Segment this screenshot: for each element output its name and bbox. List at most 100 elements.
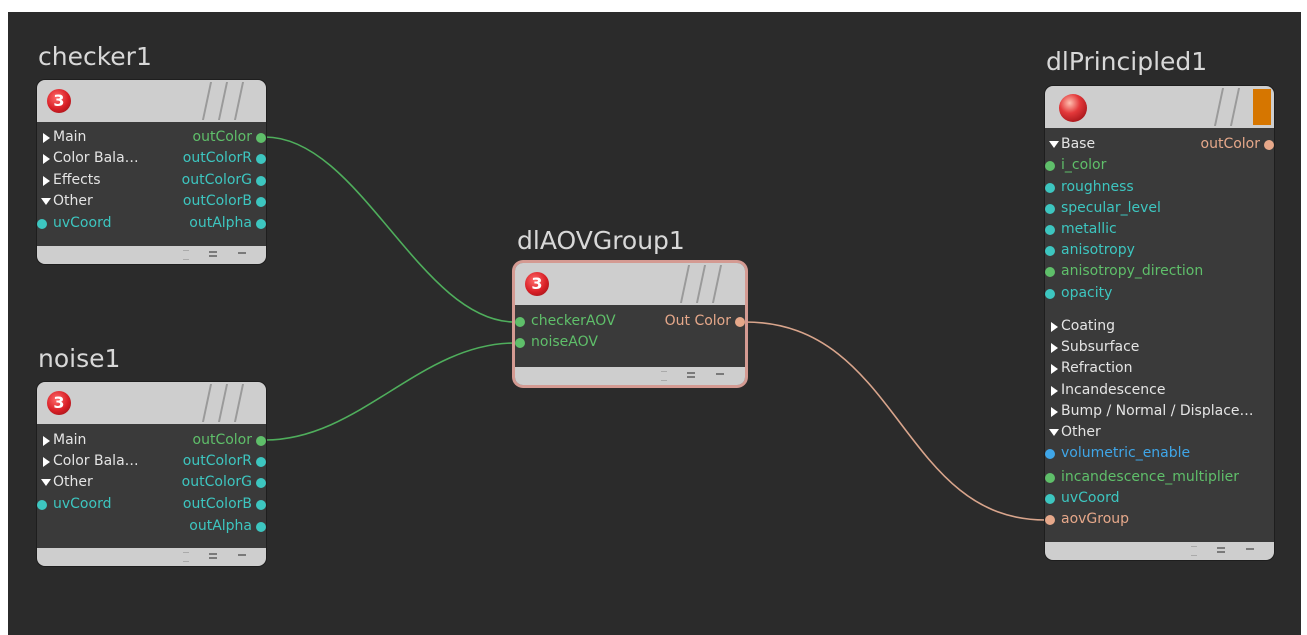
port-row-uvcoord[interactable]: uvCoord [1045,488,1274,509]
output-port-outcolor[interactable] [735,317,745,327]
node-title[interactable]: checker1 [38,42,152,71]
status-flag [1253,89,1271,125]
node-body[interactable]: Base outColor i_color roughness specular… [1045,86,1274,560]
section-label: Effects [53,172,101,188]
collapse-icon[interactable] [1191,546,1197,556]
section-label: Other [53,193,93,209]
input-port-label: roughness [1061,179,1134,195]
input-port-opacity[interactable] [1045,289,1055,299]
minimize-icon[interactable] [238,252,246,254]
node-header[interactable]: 3 [515,263,745,305]
input-port-label: aovGroup [1061,511,1130,527]
node-footer[interactable] [37,548,266,566]
input-port-label: uvCoord [1061,490,1120,506]
output-port-outalpha[interactable] [256,522,266,532]
minimize-icon[interactable] [716,373,724,375]
output-port-outcolorr[interactable] [256,154,266,164]
output-port-label: outColorG [181,474,252,490]
port-row-volumetric-enable[interactable]: volumetric_enable [1045,443,1274,464]
output-port-label: outColorB [182,496,252,512]
output-port-outcolorr[interactable] [256,457,266,467]
port-row-roughness[interactable]: roughness [1045,177,1274,198]
output-port-label: outColorR [182,150,252,166]
port-row-noiseaov[interactable]: noiseAOV [515,332,745,353]
section-bump-normal-displacement[interactable]: Bump / Normal / Displace… [1045,401,1274,422]
section-main[interactable]: Main outColor [37,127,266,148]
input-port-noiseaov[interactable] [515,338,525,348]
collapse-icon[interactable] [661,371,667,381]
collapse-icon[interactable] [183,552,189,562]
port-row-metallic[interactable]: metallic [1045,219,1274,240]
port-row-uvcoord[interactable]: uvCoord outAlpha [37,213,266,234]
input-port-aovgroup[interactable] [1045,515,1055,525]
input-port-roughness[interactable] [1045,183,1055,193]
output-port-outcolor[interactable] [1264,140,1274,150]
port-row-anisotropy-direction[interactable]: anisotropy_direction [1045,261,1274,282]
port-row-incandescence-multiplier[interactable]: incandescence_multiplier [1045,467,1274,488]
input-port-volumetric-enable[interactable] [1045,449,1055,459]
node-footer[interactable] [515,367,745,385]
node-body[interactable]: 3 checkerAOV Out Color noiseAOV [515,263,745,385]
input-port-anisotropy-direction[interactable] [1045,267,1055,277]
section-other[interactable]: Other [1045,422,1274,443]
input-port-uvcoord[interactable] [37,219,47,229]
input-port-label: noiseAOV [531,334,598,350]
port-row-uvcoord[interactable]: uvCoord outColorB [37,494,266,515]
node-title[interactable]: noise1 [38,344,120,373]
node-footer[interactable] [1045,542,1274,560]
input-port-anisotropy[interactable] [1045,246,1055,256]
port-row-specular-level[interactable]: specular_level [1045,198,1274,219]
section-subsurface[interactable]: Subsurface [1045,337,1274,358]
section-base[interactable]: Base outColor [1045,134,1274,155]
node-header[interactable]: 3 [37,80,266,122]
node-body[interactable]: 3 Main outColor Color Bala… outColorR Ef… [37,80,266,264]
input-port-checkeraov[interactable] [515,317,525,327]
section-incandescence[interactable]: Incandescence [1045,380,1274,401]
input-port-incandescence-multiplier[interactable] [1045,473,1055,483]
node-header[interactable] [1045,86,1274,128]
node-body[interactable]: 3 Main outColor Color Bala… outColorR Ot… [37,382,266,566]
input-port-specular-level[interactable] [1045,204,1055,214]
node-footer[interactable] [37,246,266,264]
port-row-anisotropy[interactable]: anisotropy [1045,240,1274,261]
section-other[interactable]: Other outColorG [37,472,266,493]
input-port-label: opacity [1061,285,1113,301]
minimize-icon[interactable] [238,554,246,556]
section-color-balance[interactable]: Color Bala… outColorR [37,451,266,472]
port-row-i-color[interactable]: i_color [1045,155,1274,176]
port-row-outalpha[interactable]: outAlpha [37,516,266,537]
output-port-outcolorb[interactable] [256,197,266,207]
output-port-outcolorg[interactable] [256,176,266,186]
equals-icon[interactable] [1217,547,1225,549]
section-coating[interactable]: Coating [1045,316,1274,337]
port-row-aovgroup[interactable]: aovGroup [1045,509,1274,530]
output-port-outalpha[interactable] [256,219,266,229]
input-port-uvcoord[interactable] [1045,494,1055,504]
port-row-checkeraov[interactable]: checkerAOV Out Color [515,311,745,332]
node-title[interactable]: dlAOVGroup1 [517,226,685,255]
output-port-outcolor[interactable] [256,133,266,143]
section-main[interactable]: Main outColor [37,430,266,451]
input-port-uvcoord[interactable] [37,500,47,510]
port-row-opacity[interactable]: opacity [1045,283,1274,304]
output-port-outcolorg[interactable] [256,478,266,488]
section-label: Subsurface [1061,339,1140,355]
output-port-outcolor[interactable] [256,436,266,446]
input-port-label: specular_level [1061,200,1161,216]
input-port-label: metallic [1061,221,1117,237]
input-port-metallic[interactable] [1045,225,1055,235]
output-port-outcolorb[interactable] [256,500,266,510]
collapse-icon[interactable] [183,250,189,260]
node-title[interactable]: dlPrincipled1 [1046,47,1207,76]
node-header[interactable]: 3 [37,382,266,424]
section-other[interactable]: Other outColorB [37,191,266,212]
input-port-i-color[interactable] [1045,161,1055,171]
section-refraction[interactable]: Refraction [1045,358,1274,379]
section-color-balance[interactable]: Color Bala… outColorR [37,148,266,169]
minimize-icon[interactable] [1246,548,1254,550]
equals-icon[interactable] [687,372,695,374]
equals-icon[interactable] [209,251,217,253]
equals-icon[interactable] [209,553,217,555]
node-header-stripes [201,80,262,122]
section-effects[interactable]: Effects outColorG [37,170,266,191]
